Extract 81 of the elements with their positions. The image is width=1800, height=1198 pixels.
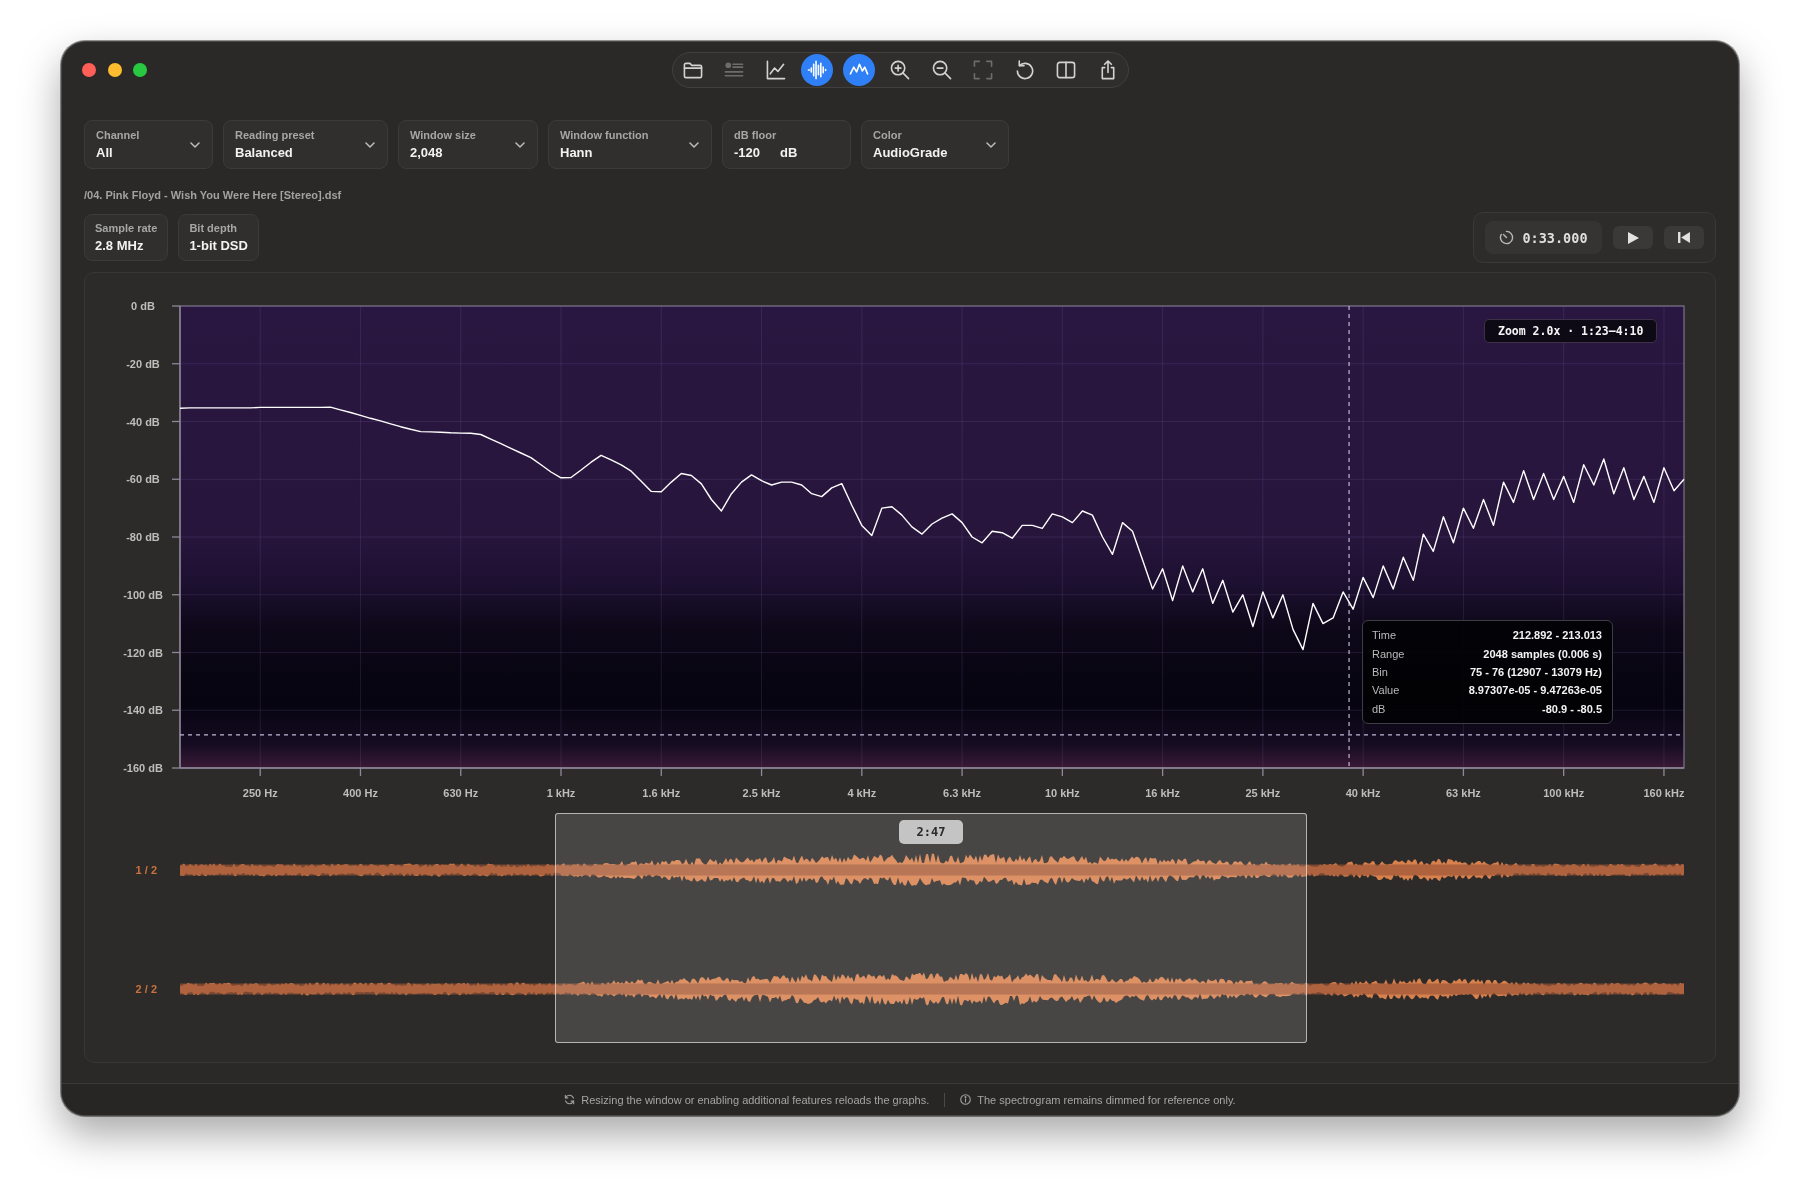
- checklist-icon: [724, 60, 744, 80]
- y-axis-label: -160 dB: [123, 762, 163, 774]
- tooltip-value: 75 - 76 (12907 - 13079 Hz): [1469, 665, 1602, 678]
- x-axis-label: 25 kHz: [1245, 787, 1281, 799]
- info-label: Sample rate: [95, 221, 158, 235]
- timer-icon: [1499, 230, 1515, 245]
- refresh-icon: [564, 1094, 576, 1105]
- y-axis-label: -100 dB: [123, 588, 163, 601]
- maximize-button[interactable]: [133, 63, 147, 77]
- info-icon: [960, 1094, 972, 1105]
- tooltip-label: Value: [1372, 684, 1400, 697]
- tooltip-value: 212.892 - 213.013: [1512, 629, 1602, 642]
- play-icon: [1627, 231, 1639, 244]
- time-readout: 0:33.000: [1522, 229, 1588, 246]
- chevron-down-icon: [986, 141, 996, 148]
- y-axis-label: 0 dB: [131, 300, 155, 312]
- info-value: 2.8 MHz: [95, 237, 145, 254]
- x-axis-label: 630 Hz: [443, 787, 479, 799]
- spectrum-button[interactable]: [842, 54, 875, 86]
- folder-icon: [682, 60, 703, 80]
- selection-duration: 2:47: [898, 820, 964, 844]
- y-axis-label: -120 dB: [123, 646, 163, 659]
- chevron-down-icon: [190, 141, 200, 148]
- split-view-icon: [1056, 60, 1076, 80]
- chevron-down-icon: [689, 141, 699, 148]
- tooltip-label: dB: [1372, 702, 1386, 715]
- zoom-indicator: Zoom 2.0x · 1:23–4:10: [1484, 319, 1658, 343]
- x-axis-label: 100 kHz: [1543, 787, 1585, 799]
- track-label: 1 / 2: [134, 864, 158, 876]
- status-message: Resizing the window or enabling additional features reloads the graphs.: [581, 1093, 930, 1106]
- info-value: 1-bit DSD: [189, 237, 248, 254]
- zoom-in-icon: [890, 60, 910, 80]
- x-axis-label: 1.6 kHz: [642, 787, 681, 799]
- play-button[interactable]: [1613, 226, 1653, 249]
- y-axis-label: -140 dB: [123, 704, 163, 717]
- waveform-button[interactable]: [801, 54, 833, 86]
- tooltip-label: Range: [1372, 647, 1405, 660]
- x-axis-label: 6.3 kHz: [943, 787, 982, 799]
- tooltip-label: Time: [1372, 629, 1397, 642]
- x-axis-label: 250 Hz: [242, 787, 278, 799]
- rotate-arrow-icon: [1014, 60, 1035, 80]
- x-axis-label: 160 kHz: [1643, 787, 1685, 799]
- field-label: dB floor: [734, 128, 778, 142]
- dropdown[interactable]: Window size 2,048: [398, 120, 538, 169]
- skip-back-icon: [1678, 232, 1690, 243]
- x-axis-label: 4 kHz: [847, 787, 877, 799]
- tooltip-label: Bin: [1372, 665, 1388, 678]
- tooltip-value: 8.97307e-05 - 9.47263e-05: [1468, 684, 1602, 697]
- chevron-down-icon: [515, 141, 525, 148]
- tooltip-value: 2048 samples (0.006 s): [1483, 647, 1602, 660]
- minimize-button[interactable]: [107, 63, 122, 77]
- dropdown[interactable]: Reading preset Balanced: [223, 120, 388, 169]
- x-axis-label: 16 kHz: [1145, 787, 1181, 799]
- info-label: Bit depth: [189, 221, 239, 235]
- x-axis-label: 400 Hz: [343, 787, 378, 799]
- x-axis-label: 63 kHz: [1446, 787, 1481, 799]
- dropdown[interactable]: Channel All: [84, 120, 213, 169]
- file-path: /04. Pink Floyd - Wish You Were Here [Stereo].dsf: [84, 188, 342, 202]
- zoom-out-icon: [931, 60, 952, 80]
- dropdown[interactable]: Window function Hann: [548, 120, 712, 169]
- number-input[interactable]: -120: [734, 144, 780, 161]
- unit-label: dB: [780, 144, 798, 161]
- x-axis-label: 1 kHz: [546, 787, 576, 799]
- y-axis-label: -40 dB: [126, 415, 160, 428]
- tooltip-value: -80.9 - -80.5: [1542, 702, 1602, 715]
- chevron-down-icon: [365, 141, 375, 148]
- corner-brackets-icon: [973, 60, 993, 80]
- y-axis-label: -20 dB: [126, 357, 160, 370]
- close-button[interactable]: [82, 63, 96, 77]
- x-axis-label: 10 kHz: [1044, 787, 1080, 799]
- x-axis-label: 40 kHz: [1345, 787, 1381, 799]
- dropdown[interactable]: Color AudioGrade: [861, 120, 1009, 169]
- track-label: 2 / 2: [134, 983, 158, 995]
- selection-region[interactable]: 2:47: [555, 813, 1307, 1043]
- skip-back-button[interactable]: [1664, 226, 1704, 249]
- x-axis-label: 2.5 kHz: [742, 787, 781, 799]
- y-axis-label: -60 dB: [126, 473, 160, 486]
- status-message: The spectrogram remains dimmed for reference only.: [977, 1093, 1236, 1106]
- line-chart-icon: [765, 60, 786, 80]
- waveform-icon: [807, 60, 827, 80]
- y-axis-label: -80 dB: [126, 531, 160, 543]
